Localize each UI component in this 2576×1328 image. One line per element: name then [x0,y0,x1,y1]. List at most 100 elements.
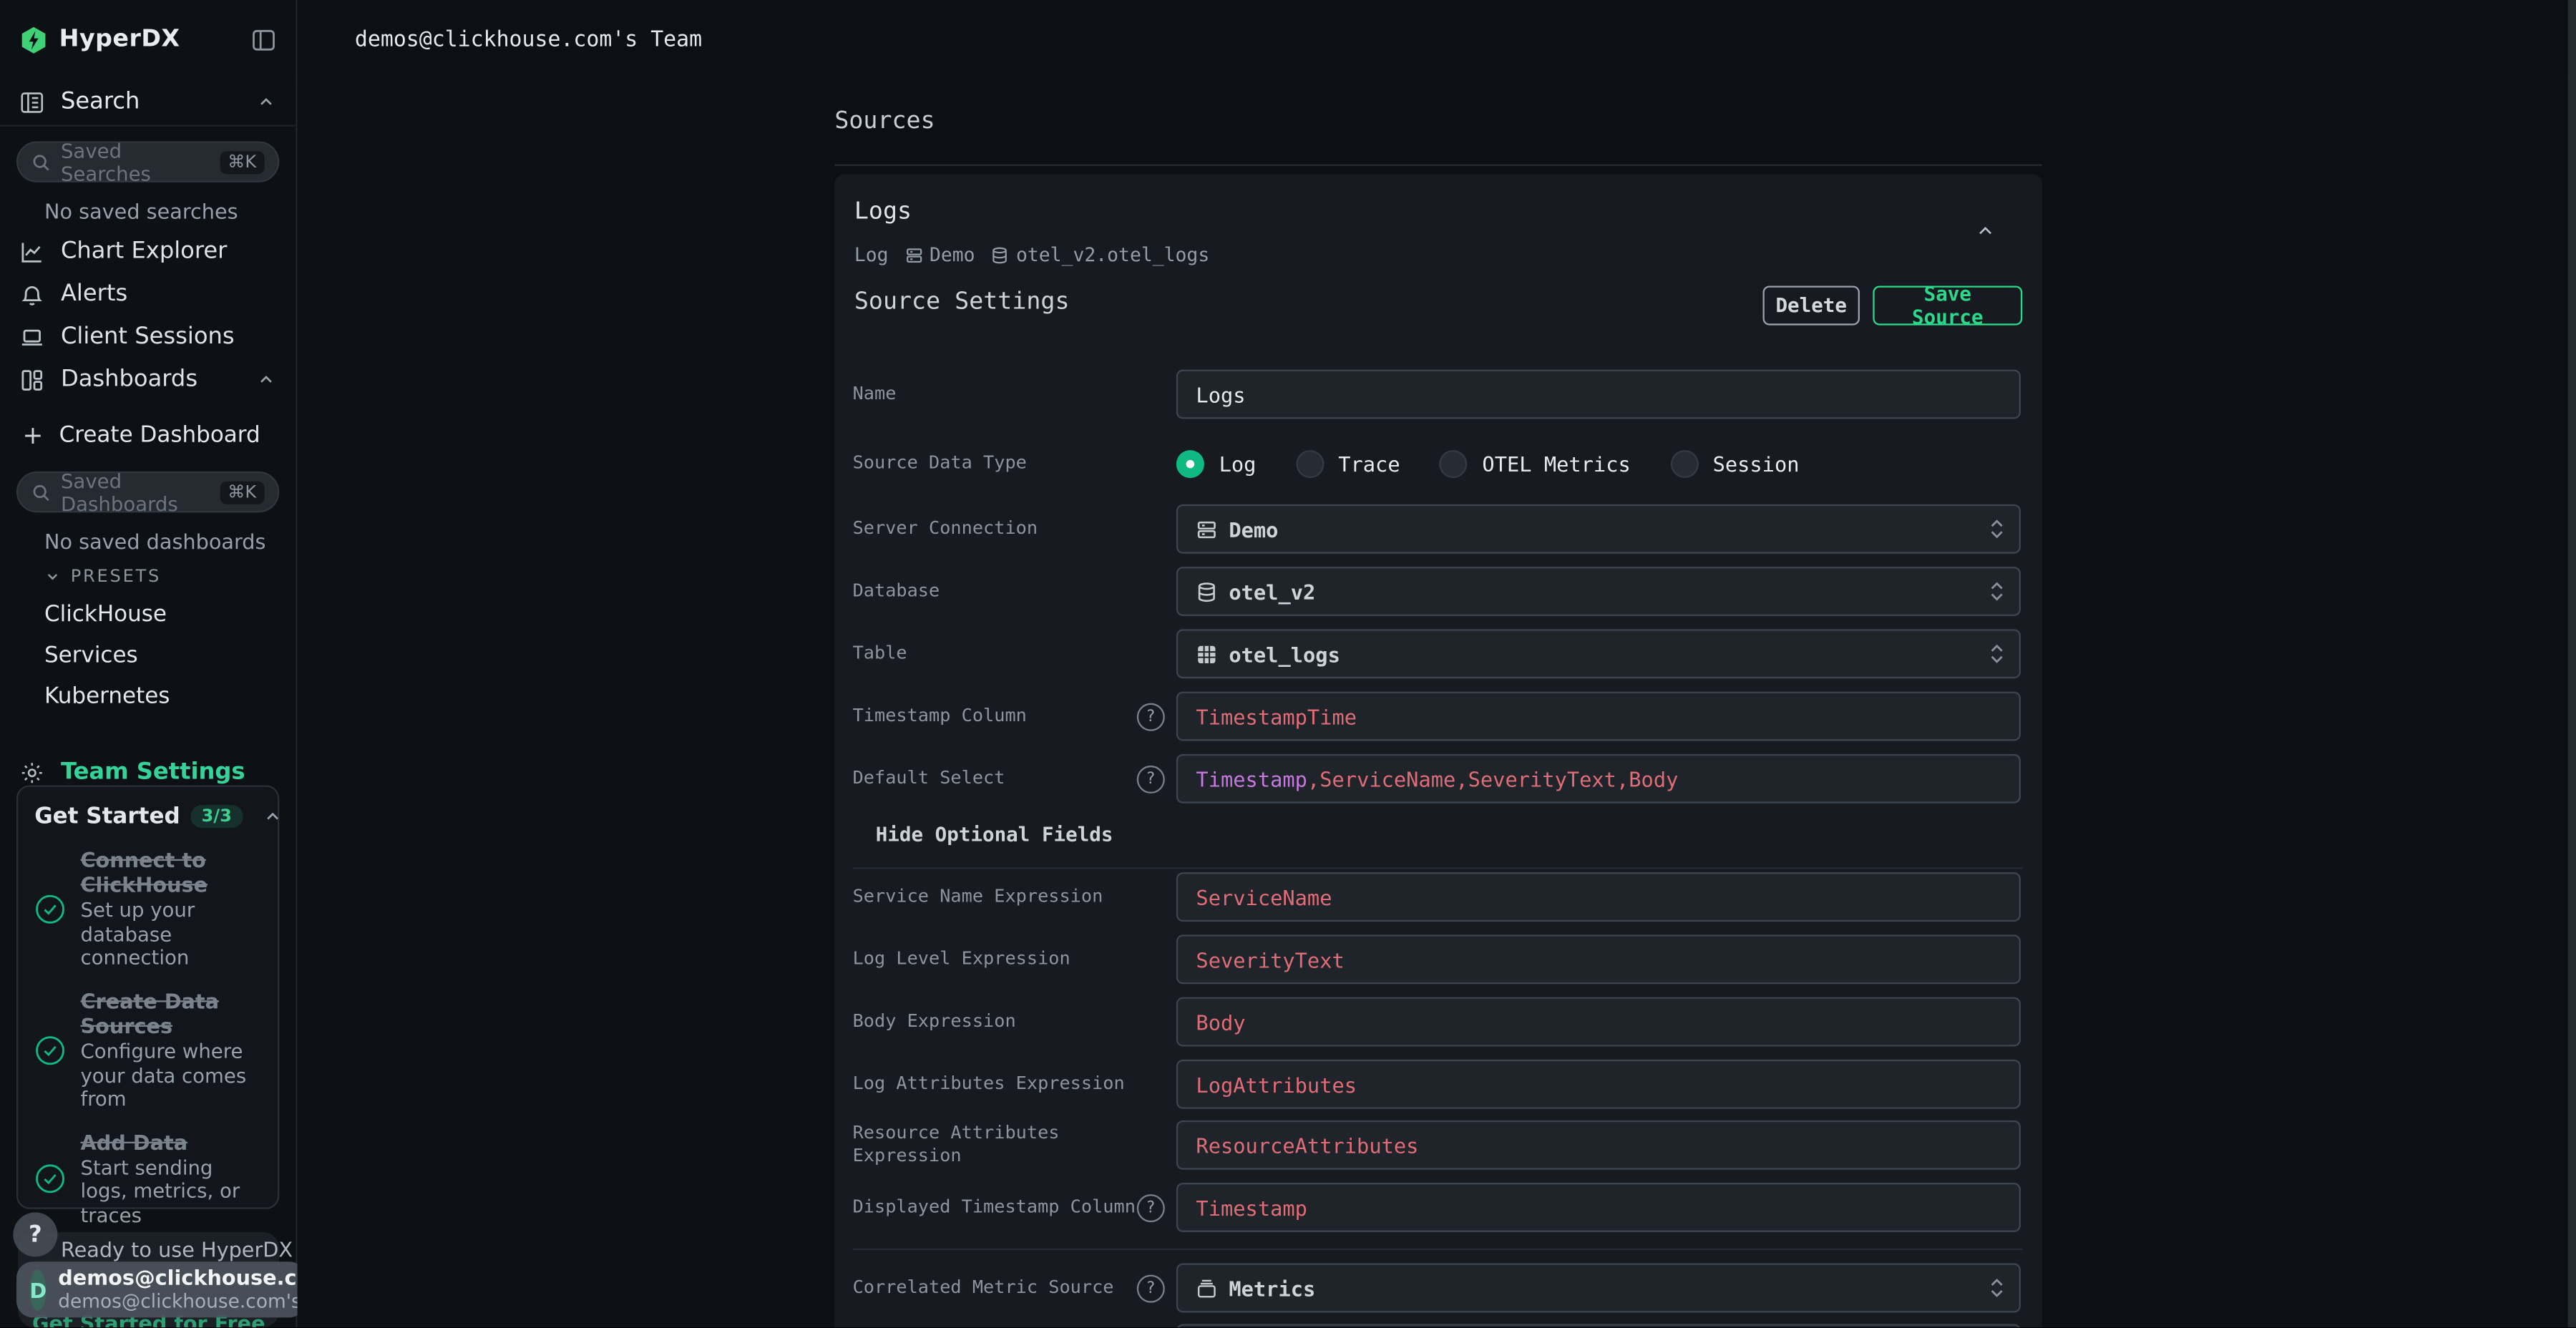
radio-icon[interactable] [1670,449,1698,477]
select-table[interactable]: otel_logs [1176,629,2021,678]
brand[interactable]: HyperDX [20,26,252,54]
sidebar-item-label: Client Sessions [61,323,276,350]
database-icon [1196,581,1217,602]
radio-label: Trace [1338,451,1400,475]
radio-option-trace[interactable]: Trace [1296,449,1400,477]
chevron-up-icon [256,92,276,112]
step-title: Create Data Sources [81,989,262,1038]
field-label: Timestamp Column? [853,692,1165,741]
field-label: Default Select? [853,754,1165,804]
radio-option-log[interactable]: Log [1176,449,1257,477]
help-icon[interactable]: ? [1137,703,1165,731]
create-dashboard-button[interactable]: + Create Dashboard [0,414,296,457]
server-icon [1196,518,1217,540]
sidebar-item-label: Chart Explorer [61,238,276,265]
saved-searches-input[interactable]: Saved Searches ⌘K [16,141,279,182]
save-source-button[interactable]: Save Source [1873,285,2022,325]
delete-button[interactable]: Delete [1763,285,1860,325]
input-resource-attributes-expression[interactable]: ResourceAttributes [1176,1120,2021,1170]
hide-optional-fields-toggle[interactable]: Hide Optional Fields [876,823,1113,846]
sidebar-item-chart-explorer[interactable]: Chart Explorer [0,230,296,273]
chevron-updown-icon [1988,517,2006,540]
divider [853,867,2023,869]
presets-label: PRESETS [71,567,161,587]
help-icon[interactable]: ? [1137,1274,1165,1302]
input-value: Logs [1196,382,1245,406]
input-timestamp-column[interactable]: TimestampTime [1176,692,2021,741]
input-default-select[interactable]: Timestamp,ServiceName,SeverityText,Body [1176,754,2021,804]
team-title: demos@clickhouse.com's Team [355,27,702,52]
get-started-step[interactable]: Add Data Start sending logs, metrics, or… [34,1130,261,1228]
topbar: demos@clickhouse.com's Team [298,0,2568,81]
input-log-level-expression[interactable]: SeverityText [1176,934,2021,984]
sidebar-item-alerts[interactable]: Alerts [0,273,296,316]
input-value: , [1455,766,1468,791]
field-label: Correlated Metric Source? [853,1264,1165,1313]
magnifier-icon [31,152,52,172]
shortcut-badge: ⌘K [220,481,265,504]
chevron-up-icon[interactable] [263,806,283,826]
input-value: , [1616,766,1629,791]
preset-clickhouse[interactable]: ClickHouse [44,601,296,628]
select-correlated-metric-source[interactable]: Metrics [1176,1264,2021,1313]
create-dashboard-label: Create Dashboard [59,422,260,449]
preset-kubernetes[interactable]: Kubernetes [44,683,296,710]
dashboard-icon [20,367,44,391]
input-value: Timestamp [1196,766,1307,791]
chevron-updown-icon [1988,643,2006,665]
magnifier-icon [31,482,52,502]
get-started-step[interactable]: Create Data Sources Configure where your… [34,989,261,1112]
radio-option-otel-metrics[interactable]: OTEL Metrics [1440,449,1631,477]
help-icon[interactable]: ? [1137,765,1165,793]
table-tag: otel_v2.otel_logs [992,243,1210,266]
field-label: Name [853,370,1165,419]
sidebar-section-search[interactable]: Search [0,79,296,127]
select-value: Demo [1229,517,1278,541]
step-title: Add Data [81,1130,262,1154]
input-name[interactable]: Logs [1176,370,2021,419]
radio-selected-icon[interactable] [1176,449,1204,477]
ready-text: Ready to use HyperDX [61,1237,293,1261]
chevron-up-icon [256,370,276,390]
sidebar-item-client-sessions[interactable]: Client Sessions [0,316,296,358]
chevron-down-icon [44,568,61,585]
help-icon[interactable]: ? [1137,1193,1165,1221]
radio-icon[interactable] [1440,449,1468,477]
step-desc: Set up your database connection [81,899,262,971]
no-saved-dashboards-text: No saved dashboards [44,529,296,553]
input-displayed-timestamp-column[interactable]: Timestamp [1176,1183,2021,1232]
input-value: SeverityText [1196,947,1344,972]
select-server-connection[interactable]: Demo [1176,504,2021,554]
chevron-updown-icon [1988,580,2006,602]
field-label: Body Expression [853,997,1165,1047]
preset-services[interactable]: Services [44,643,296,669]
avatar: D [29,1269,47,1310]
radio-label: OTEL Metrics [1482,451,1630,475]
main-content: Sources Logs Log Demo otel_v [298,79,2568,1327]
input-body-expression[interactable]: Body [1176,997,2021,1047]
saved-dashboards-placeholder: Saved Dashboards [61,469,210,514]
presets-toggle[interactable]: PRESETS [44,567,296,587]
collapse-source-icon[interactable] [1975,220,1996,242]
server-icon [905,245,923,263]
select-database[interactable]: otel_v2 [1176,567,2021,616]
collapse-sidebar-icon[interactable] [251,27,275,52]
radio-icon[interactable] [1296,449,1324,477]
saved-searches-placeholder: Saved Searches [61,139,210,185]
team-settings-link[interactable]: Team Settings [0,759,296,786]
connection-tag: Demo [905,243,975,266]
get-started-step[interactable]: Connect to ClickHouse Set up your databa… [34,848,261,971]
user-menu[interactable]: D demos@clickhouse.com demos@clickhouse.… [16,1261,306,1317]
input-value: Body [1196,1010,1245,1034]
input-log-attributes-expression[interactable]: LogAttributes [1176,1060,2021,1109]
source-title: Logs [854,199,912,225]
help-button[interactable]: ? [13,1212,57,1256]
radio-option-session[interactable]: Session [1670,449,1800,477]
input-service-name-expression[interactable]: ServiceName [1176,872,2021,922]
sidebar-item-dashboards[interactable]: Dashboards [0,358,296,401]
select-value: otel_v2 [1229,579,1315,603]
chevron-updown-icon [1988,1276,2006,1299]
page-title: Sources [834,109,935,135]
saved-dashboards-input[interactable]: Saved Dashboards ⌘K [16,472,279,512]
scrollbar[interactable] [2568,0,2576,1327]
